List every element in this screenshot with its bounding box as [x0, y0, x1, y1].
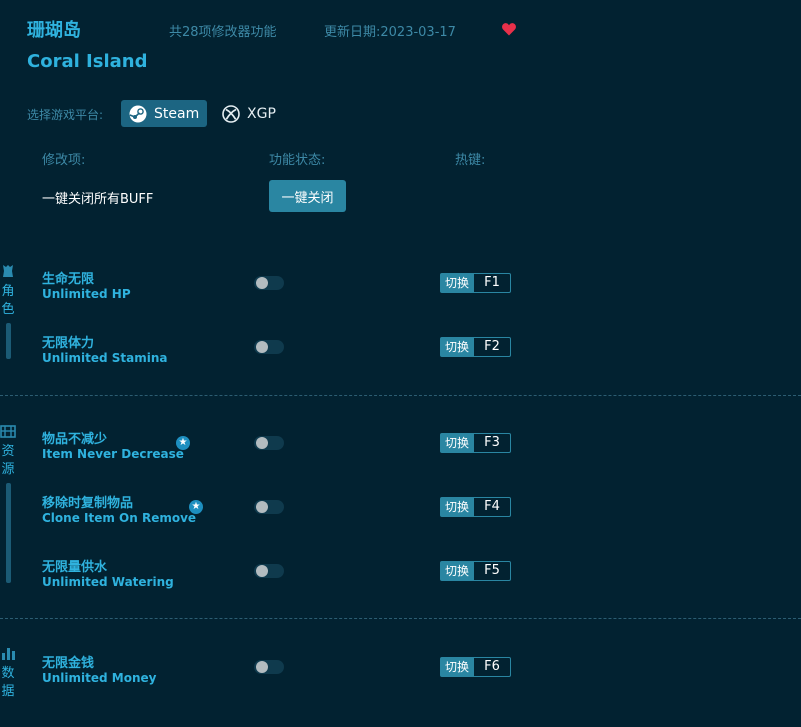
platform-xgp-button[interactable]: XGP	[214, 100, 284, 127]
feature-toggle[interactable]	[254, 500, 284, 514]
feature-toggle[interactable]	[254, 660, 284, 674]
feature-name-cn: 无限量供水	[42, 560, 108, 575]
category-data: 数据	[0, 645, 16, 701]
hotkey-badge[interactable]: 切换 F5	[440, 561, 512, 581]
platform-label: 选择游戏平台:	[27, 108, 104, 122]
feature-toggle[interactable]	[254, 340, 284, 354]
hotkey-key: F2	[474, 337, 512, 357]
feature-name-cn: 物品不减少	[42, 432, 108, 447]
resources-icon	[0, 423, 16, 439]
platform-steam-button[interactable]: Steam	[121, 100, 208, 127]
category-indicator	[5, 483, 11, 583]
game-title-cn: 珊瑚岛	[27, 20, 81, 41]
toggle-knob	[256, 565, 268, 577]
close-all-label: 一键关闭所有BUFF	[42, 192, 154, 207]
divider	[0, 395, 801, 396]
hotkey-action: 切换	[440, 657, 475, 677]
hotkey-badge[interactable]: 切换 F1	[440, 273, 512, 293]
hotkey-key: F5	[474, 561, 512, 581]
platform-xgp-label: XGP	[247, 105, 276, 122]
heart-icon[interactable]	[501, 21, 517, 37]
close-all-button[interactable]: 一键关闭	[269, 180, 346, 212]
category-character: 角色	[0, 263, 16, 359]
hotkey-badge[interactable]: 切换 F2	[440, 337, 512, 357]
category-resources: 资源	[0, 423, 16, 583]
hotkey-action: 切换	[440, 433, 475, 453]
toggle-knob	[256, 437, 268, 449]
feature-toggle[interactable]	[254, 436, 284, 450]
hotkey-key: F3	[474, 433, 512, 453]
platform-steam-label: Steam	[154, 105, 200, 122]
data-icon	[0, 645, 16, 661]
hotkey-badge[interactable]: 切换 F6	[440, 657, 512, 677]
feature-name-en: Unlimited Money	[42, 671, 157, 685]
feature-toggle[interactable]	[254, 564, 284, 578]
game-title-en: Coral Island	[27, 51, 148, 72]
toggle-knob	[256, 501, 268, 513]
feature-name-cn: 无限体力	[42, 336, 95, 351]
steam-icon	[129, 105, 147, 123]
feature-name-en: Clone Item On Remove	[42, 511, 197, 525]
xbox-icon	[222, 104, 240, 123]
feature-name-en: Unlimited Stamina	[42, 351, 168, 365]
feature-name-cn: 移除时复制物品	[42, 496, 134, 511]
hotkey-action: 切换	[440, 561, 475, 581]
column-header-hotkey: 热键:	[455, 153, 486, 168]
hotkey-key: F4	[474, 497, 512, 517]
hotkey-badge[interactable]: 切换 F3	[440, 433, 512, 453]
feature-name-cn: 生命无限	[42, 272, 95, 287]
column-header-status: 功能状态:	[269, 153, 326, 168]
hotkey-badge[interactable]: 切换 F4	[440, 497, 512, 517]
category-indicator	[5, 323, 11, 359]
hotkey-key: F1	[474, 273, 512, 293]
hotkey-action: 切换	[440, 273, 475, 293]
feature-name-en: Unlimited HP	[42, 287, 131, 301]
feature-name-cn: 无限金钱	[42, 656, 95, 671]
toggle-knob	[256, 341, 268, 353]
column-header-item: 修改项:	[42, 153, 86, 168]
character-icon	[0, 263, 16, 279]
hotkey-action: 切换	[440, 337, 475, 357]
category-label: 角色	[1, 284, 15, 317]
feature-name-en: Item Never Decrease	[42, 447, 184, 461]
divider	[0, 618, 801, 619]
category-label: 资源	[1, 444, 15, 477]
toggle-knob	[256, 277, 268, 289]
update-date: 更新日期:2023-03-17	[324, 25, 456, 40]
star-icon: ★	[176, 436, 190, 450]
feature-name-en: Unlimited Watering	[42, 575, 174, 589]
feature-toggle[interactable]	[254, 276, 284, 290]
hotkey-action: 切换	[440, 497, 475, 517]
star-icon: ★	[189, 500, 203, 514]
feature-count: 共28项修改器功能	[169, 25, 277, 40]
hotkey-key: F6	[474, 657, 512, 677]
category-label: 数据	[1, 666, 15, 699]
toggle-knob	[256, 661, 268, 673]
